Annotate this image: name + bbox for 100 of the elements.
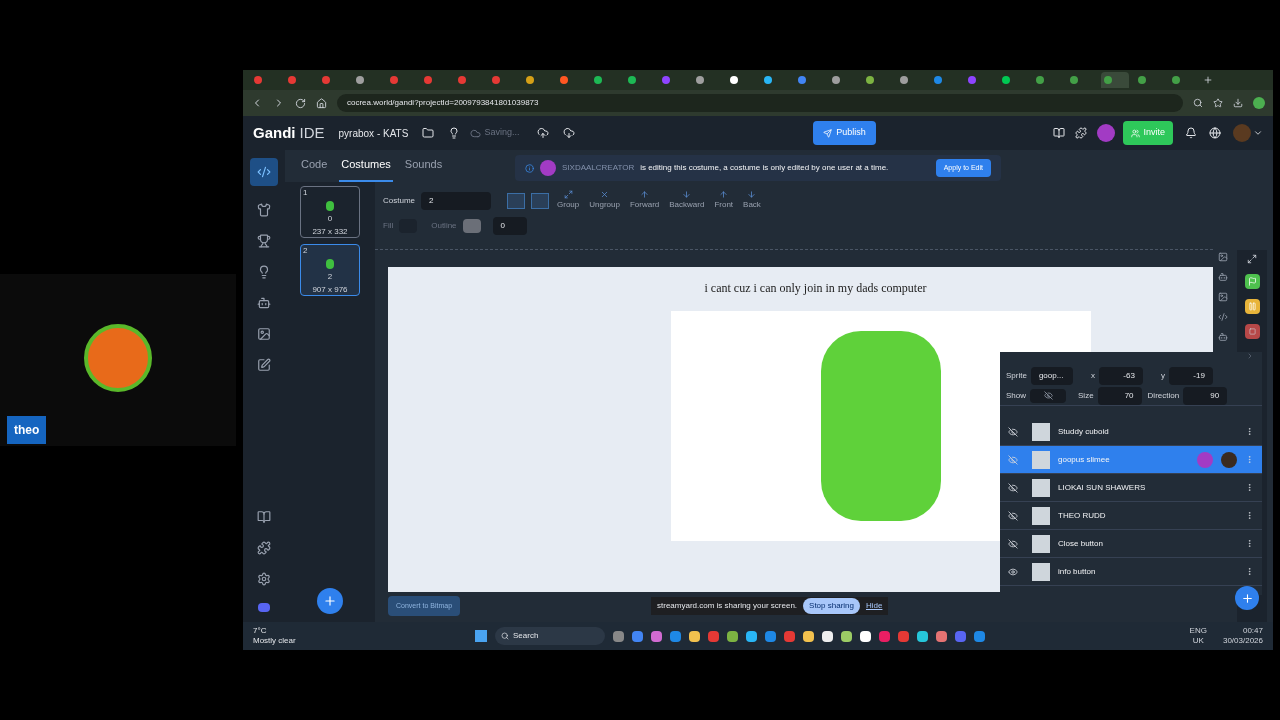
x-label: x <box>1090 370 1095 382</box>
tool-button[interactable]: Forward <box>627 190 662 211</box>
visibility-icon[interactable] <box>1008 510 1018 521</box>
visibility-icon[interactable] <box>1008 482 1018 493</box>
new-tab-icon[interactable] <box>1203 75 1213 85</box>
size-field[interactable]: 70 <box>1097 386 1142 405</box>
sprite-row[interactable]: info button <box>1000 558 1262 586</box>
home-icon[interactable] <box>316 97 327 109</box>
tool-button[interactable]: Front <box>712 190 736 211</box>
search-icon <box>501 632 509 640</box>
folder-icon[interactable] <box>422 127 435 139</box>
sprite-row[interactable]: THEO RUDD <box>1000 502 1262 530</box>
cloud-upload-icon[interactable] <box>537 127 550 139</box>
sprite-row[interactable]: LIOKAI SUN SHAWERS <box>1000 474 1262 502</box>
info-icon <box>525 163 534 173</box>
cloud-download-icon[interactable] <box>563 127 576 139</box>
publish-button[interactable]: Publish <box>813 121 876 145</box>
cloud-icon[interactable] <box>470 127 482 139</box>
plus-icon <box>1240 591 1254 605</box>
show-toggle[interactable] <box>1030 388 1066 403</box>
stage-tool-icon[interactable] <box>1218 292 1228 302</box>
costume-thumbnail[interactable]: 2 2 907 x 976 <box>300 244 360 296</box>
bell-icon[interactable] <box>1185 127 1197 139</box>
sprite-name: info button <box>1058 565 1097 578</box>
outline-width-field[interactable]: 0 <box>492 217 527 235</box>
direction-field[interactable]: 90 <box>1183 386 1228 405</box>
tool-button[interactable]: Ungroup <box>587 190 622 211</box>
taskbar-app-icon[interactable] <box>860 630 871 642</box>
code-icon[interactable] <box>250 158 278 186</box>
more-icon[interactable] <box>1245 511 1254 520</box>
collaborator-avatar[interactable] <box>1097 124 1116 142</box>
taskbar-app-icon[interactable] <box>822 630 833 642</box>
visibility-icon[interactable] <box>1008 538 1018 549</box>
reload-icon[interactable] <box>295 97 306 109</box>
editing-user: SIXDAALCREATOR <box>562 162 635 174</box>
more-icon[interactable] <box>1245 427 1254 436</box>
costume-thumbnail[interactable]: 1 0 237 x 332 <box>300 186 360 238</box>
stage-tool-icon[interactable] <box>1218 272 1228 282</box>
editor-tab[interactable]: Code <box>299 155 330 182</box>
project-title[interactable]: pyrabox - KATS <box>338 125 409 141</box>
visibility-icon[interactable] <box>1008 566 1018 577</box>
stop-sharing-button[interactable]: Stop sharing <box>803 598 860 614</box>
zoom-icon[interactable] <box>1193 98 1203 108</box>
tool-icon <box>600 190 610 199</box>
taskbar-app-icon[interactable] <box>746 630 757 642</box>
fullscreen-icon[interactable] <box>1247 254 1257 264</box>
more-icon[interactable] <box>1245 539 1254 548</box>
taskbar-app-icon[interactable] <box>689 630 700 642</box>
stage-tool-icon[interactable] <box>1218 332 1228 342</box>
tool-button[interactable]: Back <box>741 190 763 211</box>
taskbar-search[interactable]: Search <box>495 627 605 645</box>
caret-icon[interactable] <box>1253 128 1263 138</box>
costume-name-field[interactable]: 2 <box>421 191 491 210</box>
stop-icon[interactable] <box>1244 324 1260 339</box>
clock-time: 00:47 <box>1242 626 1263 636</box>
tool-button[interactable]: Group <box>555 190 582 211</box>
costume-icon[interactable] <box>257 203 271 217</box>
image-icon[interactable] <box>257 327 271 341</box>
hide-link[interactable]: Hide <box>866 600 883 612</box>
y-field[interactable]: -19 <box>1168 367 1213 385</box>
sprite-row[interactable]: Close button <box>1000 530 1262 558</box>
robot-icon[interactable] <box>257 296 271 310</box>
lightbulb-icon[interactable] <box>257 265 271 279</box>
taskbar-app-icon[interactable] <box>727 630 738 642</box>
costume-label: Costume <box>383 194 415 207</box>
visibility-icon[interactable] <box>1008 426 1018 437</box>
outline-swatch[interactable] <box>462 219 481 233</box>
costume-size: 237 x 332 <box>312 226 348 236</box>
lightbulb-icon[interactable] <box>448 127 461 139</box>
extension-icon[interactable] <box>257 541 271 555</box>
book-icon[interactable] <box>257 510 271 524</box>
edit-icon[interactable] <box>257 358 271 372</box>
language: ENG <box>1189 626 1207 636</box>
plus-icon <box>323 594 337 608</box>
windows-start-icon[interactable] <box>475 630 487 642</box>
flip-horizontal-button[interactable] <box>507 192 525 209</box>
x-field[interactable]: -63 <box>1098 367 1143 385</box>
costume-name: 0 <box>327 214 333 224</box>
trophy-icon[interactable] <box>257 234 271 248</box>
more-icon[interactable] <box>1245 483 1254 492</box>
stage-tool-icon[interactable] <box>1218 252 1228 262</box>
taskbar-app-icon[interactable] <box>917 630 928 642</box>
globe-icon[interactable] <box>1209 127 1221 139</box>
tool-button[interactable]: Backward <box>667 190 707 211</box>
bookmark-star-icon[interactable] <box>1213 98 1223 108</box>
editor-tab[interactable]: Sounds <box>402 155 445 182</box>
address-bar[interactable]: cocrea.world/gandi?projectId=2009793841801039873 <box>337 94 1183 112</box>
flag-icon[interactable] <box>1244 274 1260 289</box>
taskbar-app-icon[interactable] <box>803 630 814 642</box>
profile-icon[interactable] <box>1253 97 1265 109</box>
download-icon[interactable] <box>1233 98 1243 108</box>
flip-vertical-button[interactable] <box>531 192 549 209</box>
pause-icon[interactable] <box>1244 299 1260 314</box>
sprite-name-field[interactable]: goop... <box>1030 367 1073 385</box>
add-costume-button[interactable] <box>317 588 343 614</box>
more-icon[interactable] <box>1245 567 1254 576</box>
chat-bubble-icon[interactable] <box>258 603 270 612</box>
settings-icon[interactable] <box>257 572 271 586</box>
stage-tool-icon[interactable] <box>1218 312 1228 322</box>
taskbar-app-icon[interactable] <box>841 630 852 642</box>
